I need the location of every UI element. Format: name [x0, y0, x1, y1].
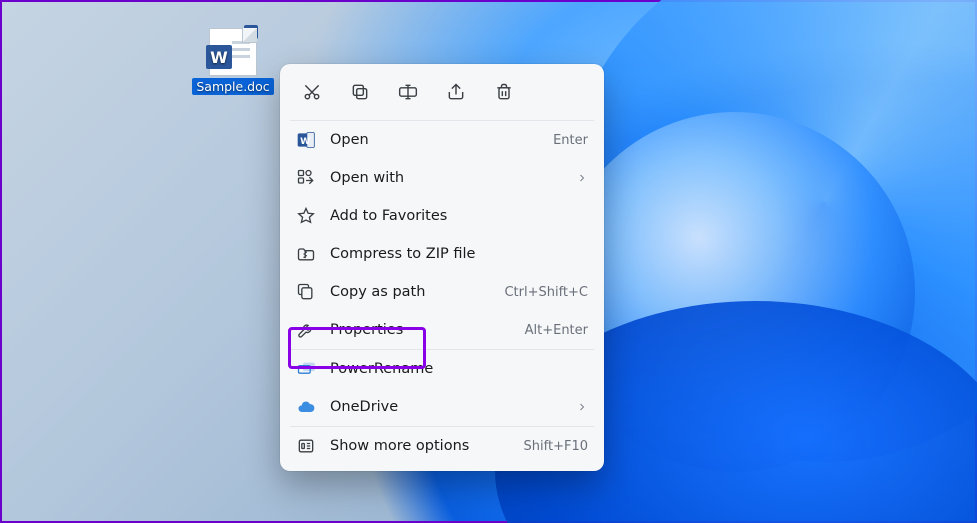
menu-item-accelerator: Shift+F10 — [524, 439, 588, 454]
word-badge-icon: W — [206, 45, 232, 69]
menu-item-label: Add to Favorites — [330, 208, 588, 224]
menu-item-label: Open with — [330, 170, 562, 186]
desktop[interactable]: W Sample.doc W — [0, 0, 977, 523]
document-icon: W — [209, 28, 257, 76]
menu-item-accelerator: Alt+Enter — [525, 323, 588, 338]
star-icon — [296, 206, 316, 226]
menu-item-show-more-options[interactable]: Show more options Shift+F10 — [286, 427, 598, 465]
share-button[interactable] — [436, 74, 476, 110]
menu-item-label: Properties — [330, 322, 511, 338]
menu-item-label: OneDrive — [330, 399, 562, 415]
menu-item-properties[interactable]: Properties Alt+Enter — [286, 311, 598, 349]
menu-item-onedrive[interactable]: OneDrive — [286, 388, 598, 426]
chevron-right-icon — [576, 172, 588, 184]
word-icon: W — [296, 130, 316, 150]
menu-item-copy-as-path[interactable]: Copy as path Ctrl+Shift+C — [286, 273, 598, 311]
context-menu: W Open Enter Open with Add to Favorites — [280, 64, 604, 471]
cut-icon — [302, 82, 322, 102]
sync-check-icon — [244, 25, 258, 39]
cut-button[interactable] — [292, 74, 332, 110]
menu-item-label: Show more options — [330, 438, 510, 454]
file-icon-sample-doc[interactable]: W Sample.doc — [192, 24, 274, 99]
delete-button[interactable] — [484, 74, 524, 110]
file-name-label: Sample.doc — [192, 78, 273, 95]
more-options-icon — [296, 436, 316, 456]
menu-item-add-to-favorites[interactable]: Add to Favorites — [286, 197, 598, 235]
copy-icon — [350, 82, 370, 102]
share-icon — [446, 82, 466, 102]
menu-item-accelerator: Ctrl+Shift+C — [504, 285, 588, 300]
quick-action-bar — [286, 72, 598, 120]
menu-item-label: PowerRename — [330, 361, 588, 377]
delete-icon — [494, 82, 514, 102]
svg-text:W: W — [300, 136, 310, 147]
menu-item-powerrename[interactable]: PowerRename — [286, 350, 598, 388]
menu-item-open[interactable]: W Open Enter — [286, 121, 598, 159]
menu-item-compress-zip[interactable]: Compress to ZIP file — [286, 235, 598, 273]
copy-path-icon — [296, 282, 316, 302]
menu-item-open-with[interactable]: Open with — [286, 159, 598, 197]
chevron-right-icon — [576, 401, 588, 413]
menu-item-label: Compress to ZIP file — [330, 246, 588, 262]
menu-item-label: Open — [330, 132, 539, 148]
menu-item-accelerator: Enter — [553, 133, 588, 148]
menu-item-label: Copy as path — [330, 284, 490, 300]
cloud-icon — [296, 397, 316, 417]
rename-button[interactable] — [388, 74, 428, 110]
zip-icon — [296, 244, 316, 264]
wrench-icon — [296, 320, 316, 340]
open-with-icon — [296, 168, 316, 188]
copy-button[interactable] — [340, 74, 380, 110]
rename-icon — [397, 82, 419, 102]
powerrename-icon — [296, 359, 316, 379]
